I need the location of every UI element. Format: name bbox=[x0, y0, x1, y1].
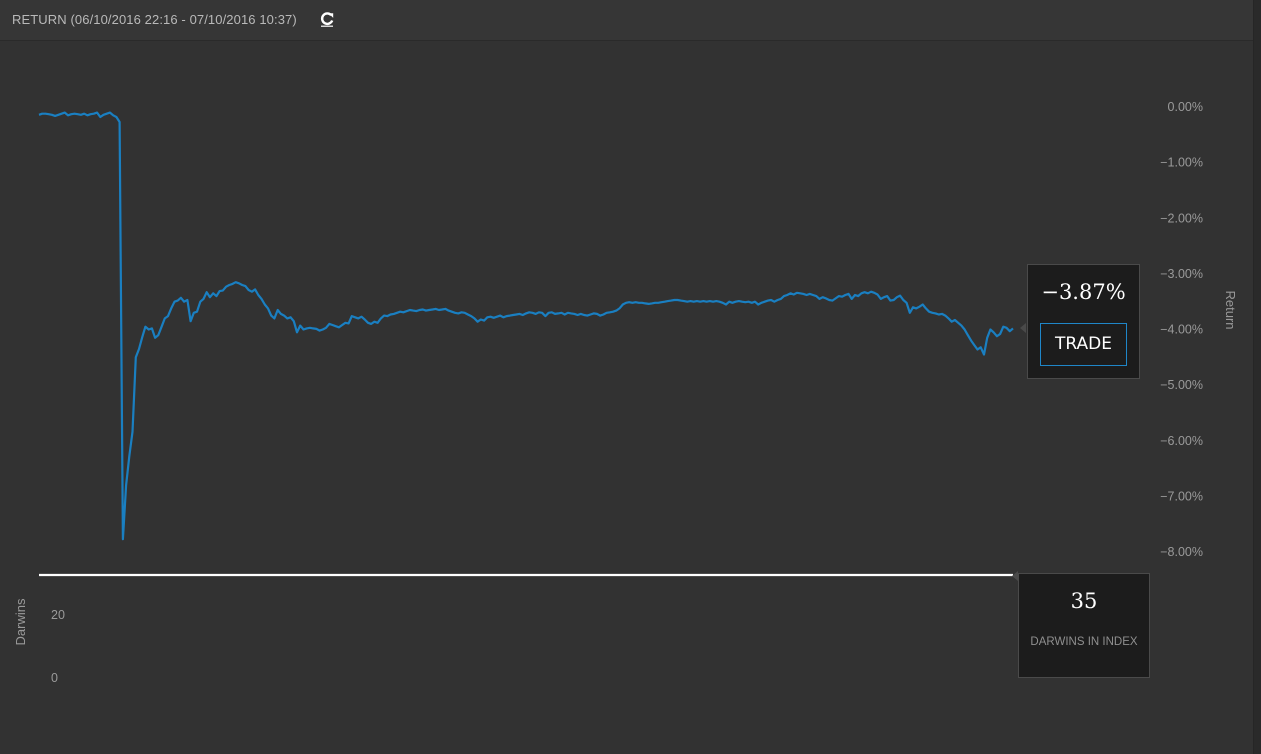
return-y-tick-label: 0.00% bbox=[1168, 100, 1203, 114]
return-y-tick-label: −4.00% bbox=[1160, 323, 1203, 337]
return-tooltip: −3.87% TRADE bbox=[1027, 264, 1140, 379]
return-value: −3.87% bbox=[1041, 280, 1126, 304]
return-series-line bbox=[38, 111, 1014, 541]
return-pointer-icon bbox=[1020, 323, 1026, 333]
return-y-tick-label: −3.00% bbox=[1160, 267, 1203, 281]
darwins-tooltip: 35 DARWINS IN INDEX bbox=[1018, 573, 1150, 678]
return-y-tick-label: −1.00% bbox=[1160, 156, 1203, 170]
panel-header: RETURN (06/10/2016 22:16 - 07/10/2016 10… bbox=[0, 0, 1253, 41]
return-y-tick-label: −6.00% bbox=[1160, 434, 1203, 448]
scrollbar-gutter bbox=[1254, 0, 1261, 754]
return-y-tick-label: −5.00% bbox=[1160, 378, 1203, 392]
return-y-axis: 0.00% −1.00% −2.00% −3.00% −4.00% −5.00% −6.00… bbox=[1160, 100, 1203, 559]
darwins-y-axis: 20 0 bbox=[51, 608, 65, 685]
return-y-tick-label: −8.00% bbox=[1160, 545, 1203, 559]
darwins-y-tick-label: 20 bbox=[51, 608, 65, 622]
panel-title: RETURN (06/10/2016 22:16 - 07/10/2016 10… bbox=[12, 12, 297, 27]
darwins-axis-label: Darwins bbox=[13, 598, 28, 645]
return-y-tick-label: −2.00% bbox=[1160, 211, 1203, 225]
return-axis-label: Return bbox=[1223, 290, 1238, 329]
chart-panel: RETURN (06/10/2016 22:16 - 07/10/2016 10… bbox=[0, 0, 1254, 754]
darwins-y-tick-label: 0 bbox=[51, 671, 58, 685]
refresh-icon[interactable] bbox=[319, 11, 335, 27]
darwins-count: 35 bbox=[1070, 589, 1098, 613]
return-y-tick-label: −7.00% bbox=[1160, 489, 1203, 503]
trade-button[interactable]: TRADE bbox=[1040, 323, 1127, 366]
darwins-in-index-label: DARWINS IN INDEX bbox=[1030, 636, 1138, 648]
